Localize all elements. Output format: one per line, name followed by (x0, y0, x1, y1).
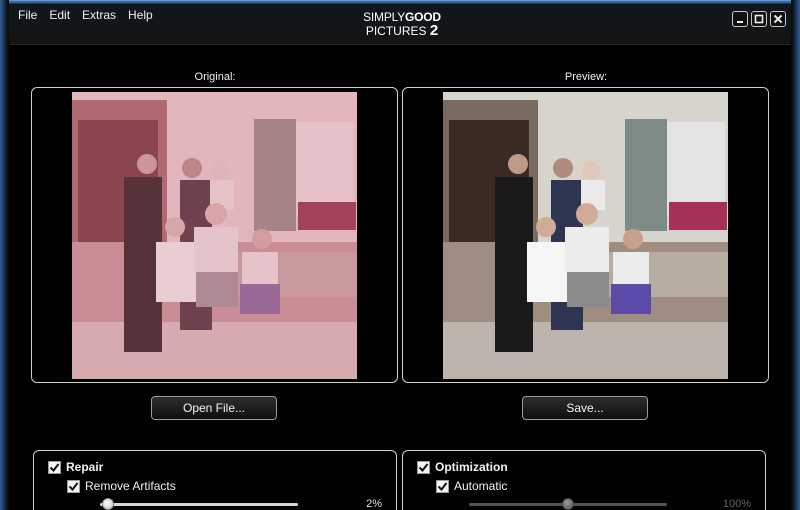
menu-help[interactable]: Help (124, 8, 157, 22)
window-controls (732, 11, 786, 27)
optimization-checkbox[interactable] (417, 460, 430, 474)
repair-panel: Repair Remove Artifacts 2% (33, 450, 397, 510)
remove-artifacts-label: Remove Artifacts (85, 479, 176, 493)
automatic-label: Automatic (454, 479, 508, 493)
app-logo: SIMPLYGOOD PICTURES 2 (362, 11, 442, 41)
automatic-row[interactable]: Automatic (436, 479, 507, 493)
optimization-slider-thumb (562, 498, 574, 510)
logo-word-pictures: PICTURES (365, 24, 427, 38)
optimization-label: Optimization (435, 460, 508, 474)
menu-file[interactable]: File (14, 8, 41, 22)
window-frame-left (0, 0, 9, 510)
repair-checkbox-row[interactable]: Repair (48, 460, 103, 474)
repair-slider-track[interactable] (100, 503, 298, 506)
logo-word-simply: SIMPLY (363, 10, 406, 24)
remove-artifacts-row[interactable]: Remove Artifacts (67, 479, 176, 493)
original-photo (72, 92, 357, 379)
optimization-slider-value: 100% (722, 498, 751, 510)
preview-label: Preview: (564, 71, 608, 83)
remove-artifacts-checkbox[interactable] (67, 479, 80, 493)
window-frame-right (791, 0, 800, 510)
menu-edit[interactable]: Edit (45, 8, 74, 22)
repair-slider-value: 2% (366, 498, 382, 510)
logo-number: 2 (429, 22, 439, 39)
menu-extras[interactable]: Extras (78, 8, 120, 22)
minimize-icon[interactable] (732, 11, 748, 27)
original-image-panel (31, 87, 398, 383)
automatic-checkbox[interactable] (436, 479, 449, 493)
menu-bar: File Edit Extras Help (14, 8, 161, 22)
optimization-checkbox-row[interactable]: Optimization (417, 460, 508, 474)
close-icon[interactable] (770, 11, 786, 27)
preview-photo (443, 92, 728, 379)
repair-label: Repair (66, 460, 104, 474)
maximize-icon[interactable] (751, 11, 767, 27)
preview-image-panel (402, 87, 769, 383)
repair-slider-thumb[interactable] (101, 498, 114, 510)
open-file-button[interactable]: Open File... (151, 396, 277, 420)
optimization-panel: Optimization Automatic 100% (402, 450, 766, 510)
repair-checkbox[interactable] (48, 460, 61, 474)
save-button[interactable]: Save... (522, 396, 648, 420)
original-label: Original: (194, 71, 236, 83)
